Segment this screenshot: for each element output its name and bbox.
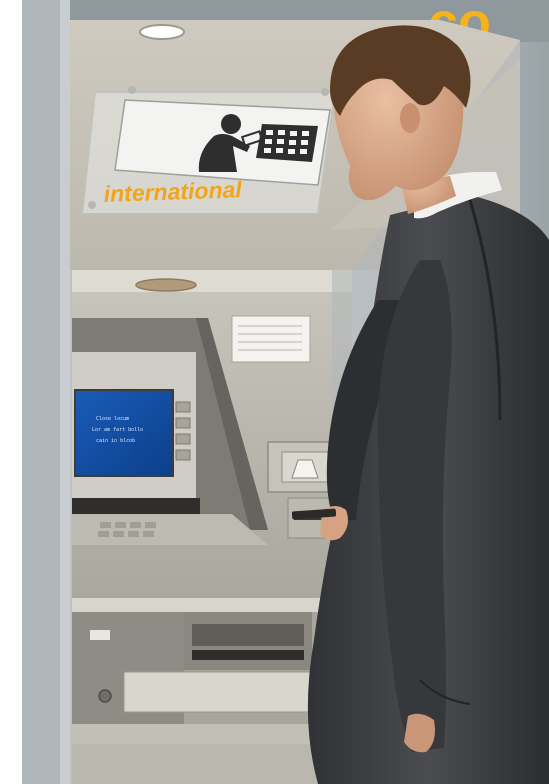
dispenser-lock [98, 689, 112, 703]
ceiling-light [139, 24, 185, 40]
atm-photo: co international Close locum Lor am f [0, 0, 549, 784]
keypad-pictogram-icon [256, 124, 318, 162]
atm-photo-scene: co international Close locum Lor am f [0, 0, 549, 784]
atm-screen [74, 389, 174, 477]
screen-line-2: Lor am fart bollo [92, 427, 143, 433]
atm-light-bar [135, 278, 197, 292]
instruction-placard [231, 315, 311, 363]
receipt-tray [123, 671, 315, 713]
sign-label: international [103, 176, 242, 207]
screen-line-1: Close locum [96, 416, 129, 422]
screen-line-3: cain in blcob [96, 438, 135, 444]
